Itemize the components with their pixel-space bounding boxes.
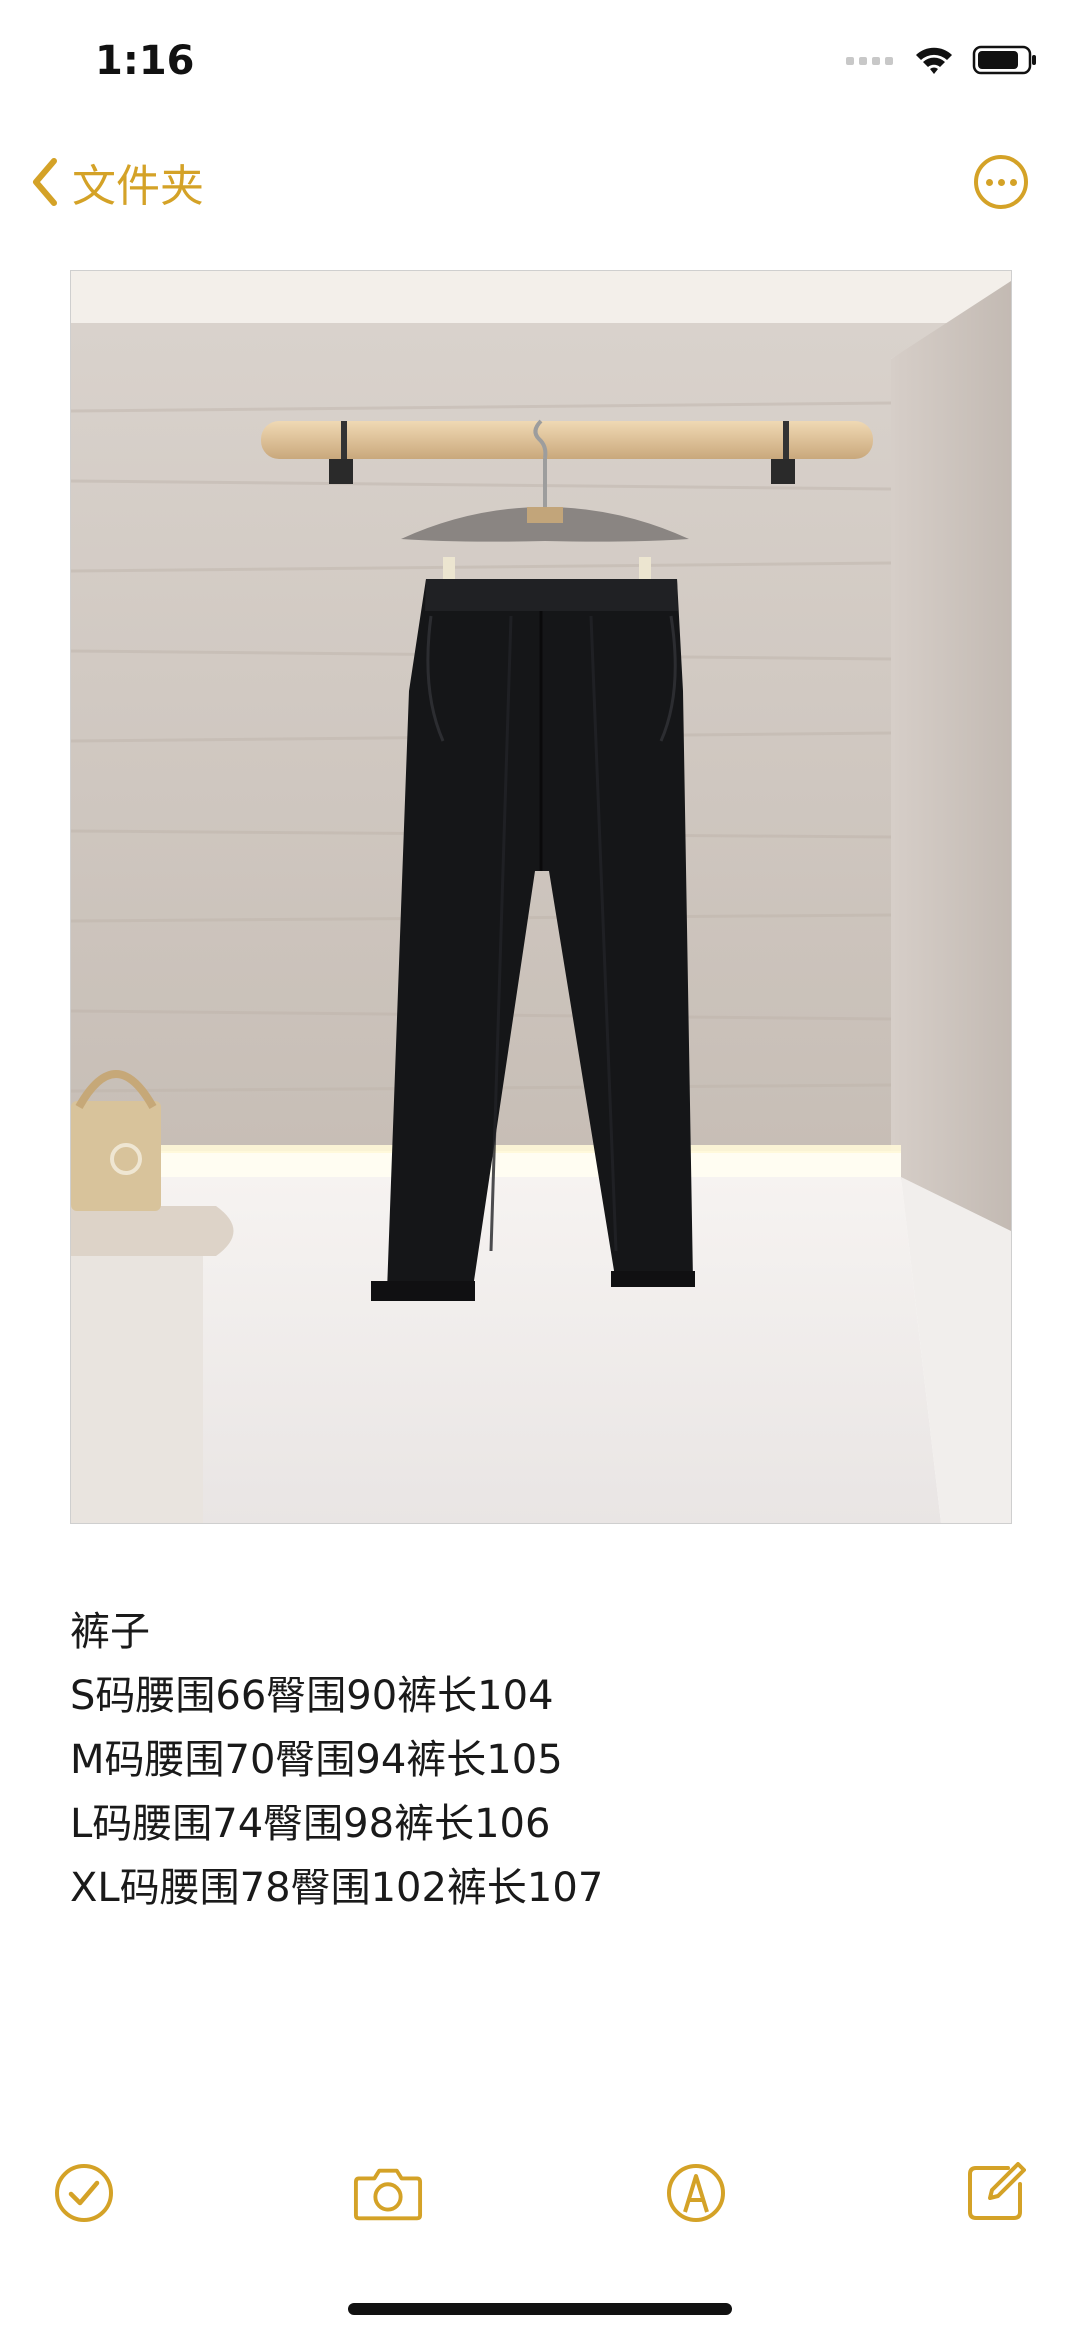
- note-line-size-m: M码腰围70臀围94裤长105: [70, 1737, 563, 1783]
- wifi-icon: [916, 47, 952, 74]
- status-time: 1:16: [95, 38, 195, 84]
- more-dot: [985, 178, 993, 186]
- status-icons: [846, 44, 1038, 76]
- compose-button[interactable]: [960, 2158, 1030, 2228]
- more-button[interactable]: [974, 155, 1028, 209]
- note-line-size-s: S码腰围66臀围90裤长104: [70, 1673, 554, 1719]
- more-dot: [1009, 178, 1017, 186]
- pants-on-hanger-image: [71, 271, 1011, 1523]
- checklist-icon: [55, 2164, 113, 2222]
- markup-icon: [667, 2164, 725, 2222]
- markup-button[interactable]: [661, 2158, 731, 2228]
- home-indicator: [348, 2303, 732, 2315]
- cellular-signal-icon: [846, 57, 893, 65]
- compose-icon: [968, 2162, 1026, 2220]
- note-title: 裤子: [70, 1609, 150, 1655]
- checklist-button[interactable]: [49, 2158, 119, 2228]
- more-dot: [997, 178, 1005, 186]
- back-button[interactable]: 文件夹: [30, 150, 204, 214]
- camera-button[interactable]: [353, 2158, 423, 2228]
- note-body[interactable]: 裤子 S码腰围66臀围90裤长104 M码腰围70臀围94裤长105 L码腰围7…: [70, 1600, 1010, 1920]
- chevron-left-icon: [33, 158, 57, 206]
- attached-photo[interactable]: [70, 270, 1012, 1524]
- back-label: 文件夹: [72, 161, 204, 212]
- note-line-size-l: L码腰围74臀围98裤长106: [70, 1801, 551, 1847]
- battery-icon: [972, 45, 1036, 75]
- camera-icon: [353, 2168, 423, 2221]
- note-line-size-xl: XL码腰围78臀围102裤长107: [70, 1865, 604, 1911]
- notes-screen: 1:16 文件夹 裤子 S码腰围66臀围90裤长104 M码腰围70臀围94裤长…: [0, 0, 1080, 2337]
